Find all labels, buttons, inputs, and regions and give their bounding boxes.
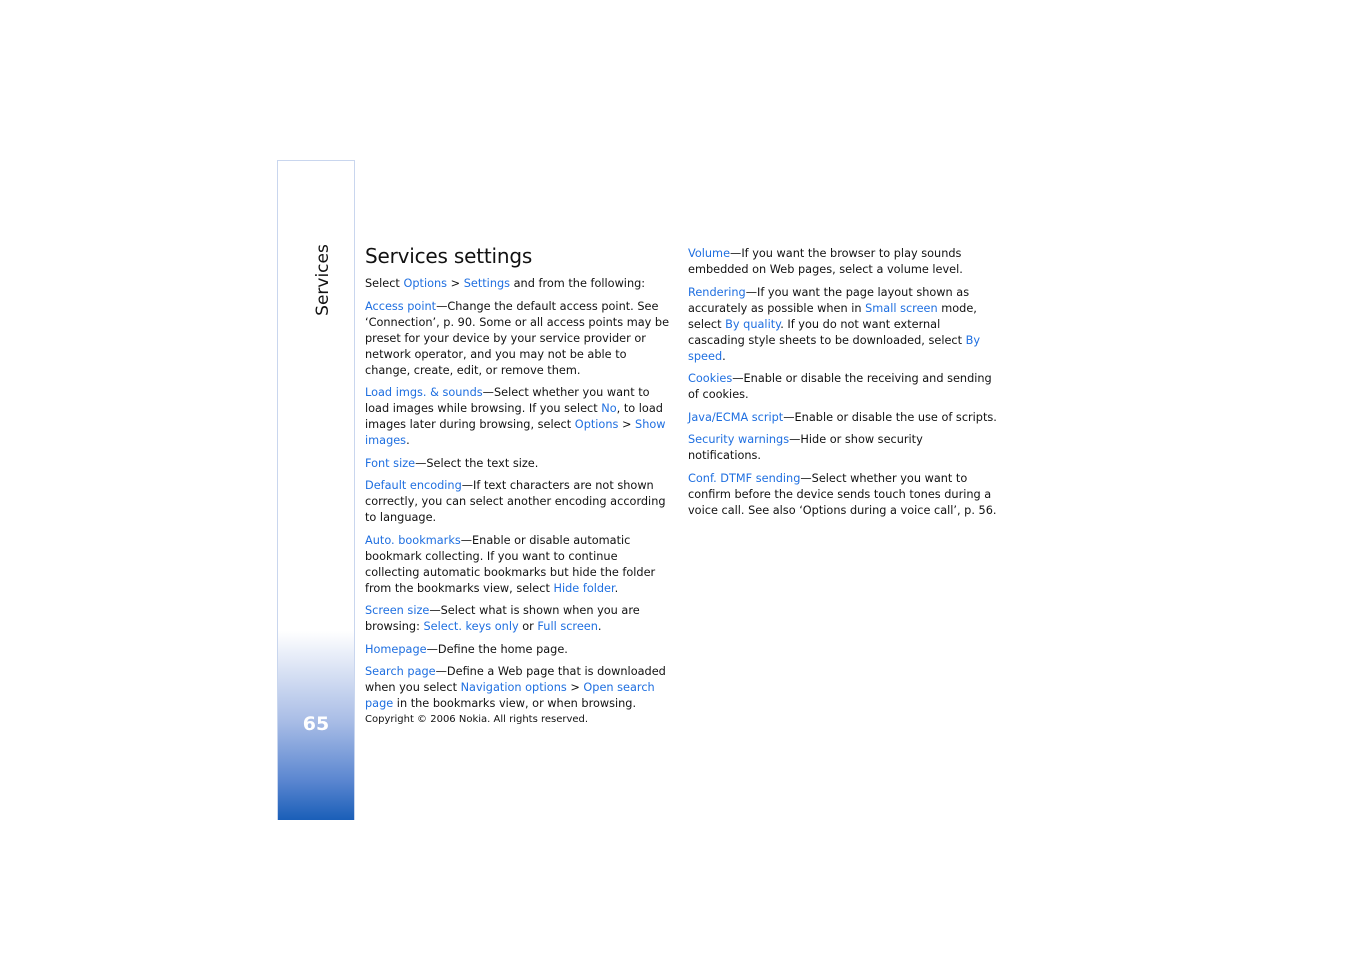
setting-paragraph: Select Options > Settings and from the f… (365, 276, 675, 292)
setting-paragraph: Font size—Select the text size. (365, 456, 675, 472)
setting-paragraph: Default encoding—If text characters are … (365, 478, 675, 526)
setting-paragraph: Volume—If you want the browser to play s… (688, 246, 998, 278)
setting-paragraph: Load imgs. & sounds—Select whether you w… (365, 385, 675, 449)
page-number: 65 (302, 713, 330, 735)
setting-paragraph: Homepage—Define the home page. (365, 642, 675, 658)
text: or (518, 620, 538, 633)
setting-term: Font size (365, 456, 416, 470)
setting-term: Hide folder (553, 581, 615, 595)
setting-term: Access point (365, 299, 437, 313)
text: Select (365, 277, 404, 290)
setting-term: By quality (725, 317, 781, 331)
setting-paragraph: Access point—Change the default access p… (365, 299, 675, 379)
setting-paragraph: Screen size—Select what is shown when yo… (365, 603, 675, 635)
setting-term: Load imgs. & sounds (365, 386, 483, 399)
text: > (447, 277, 464, 290)
text: —Enable or disable the receiving and sen… (688, 372, 992, 401)
text: in the bookmarks view, or when browsing. (393, 697, 637, 710)
text: —Select the text size. (415, 456, 539, 470)
setting-term: Options (574, 418, 619, 431)
left-column: Services settings Select Options > Setti… (365, 244, 675, 719)
setting-term: Volume (688, 247, 731, 260)
setting-term: Small screen (865, 301, 938, 315)
text: —Enable or disable the use of scripts. (783, 410, 997, 424)
setting-term: No (601, 402, 617, 415)
setting-term: Full screen (537, 620, 598, 633)
text: . (406, 434, 410, 447)
copyright: Copyright © 2006 Nokia. All rights reser… (365, 714, 589, 725)
text: —Define the home page. (426, 642, 568, 656)
setting-term: Auto. bookmarks (365, 533, 461, 547)
setting-paragraph: Security warnings—Hide or show security … (688, 432, 998, 464)
text: —If you want the browser to play sounds … (688, 247, 963, 276)
setting-term: Options (403, 277, 448, 290)
setting-term: Conf. DTMF sending (688, 471, 801, 485)
page-title: Services settings (365, 244, 533, 268)
setting-term: Screen size (365, 604, 430, 617)
text: . (597, 620, 602, 633)
setting-term: Homepage (365, 642, 427, 656)
text: . (722, 349, 726, 363)
text: . (614, 581, 619, 595)
setting-term: Navigation options (460, 681, 567, 694)
setting-term: Settings (463, 277, 511, 290)
setting-term: Select. keys only (423, 620, 519, 633)
setting-paragraph: Java/ECMA script—Enable or disable the u… (688, 410, 998, 426)
setting-term: Cookies (688, 372, 733, 385)
section-label: Services (313, 244, 333, 316)
text: > (566, 681, 584, 694)
setting-term: Java/ECMA script (688, 410, 784, 424)
setting-paragraph: Search page—Define a Web page that is do… (365, 664, 675, 712)
setting-term: Default encoding (365, 479, 462, 492)
setting-term: Search page (365, 665, 436, 678)
right-column: Volume—If you want the browser to play s… (688, 246, 998, 525)
text: and from the following: (510, 277, 646, 290)
setting-paragraph: Cookies—Enable or disable the receiving … (688, 371, 998, 403)
setting-term: Security warnings (688, 433, 790, 446)
setting-paragraph: Conf. DTMF sending—Select whether you wa… (688, 471, 998, 519)
setting-term: Rendering (688, 285, 746, 299)
setting-paragraph: Auto. bookmarks—Enable or disable automa… (365, 533, 675, 597)
setting-paragraph: Rendering—If you want the page layout sh… (688, 285, 998, 365)
text: > (618, 418, 636, 431)
